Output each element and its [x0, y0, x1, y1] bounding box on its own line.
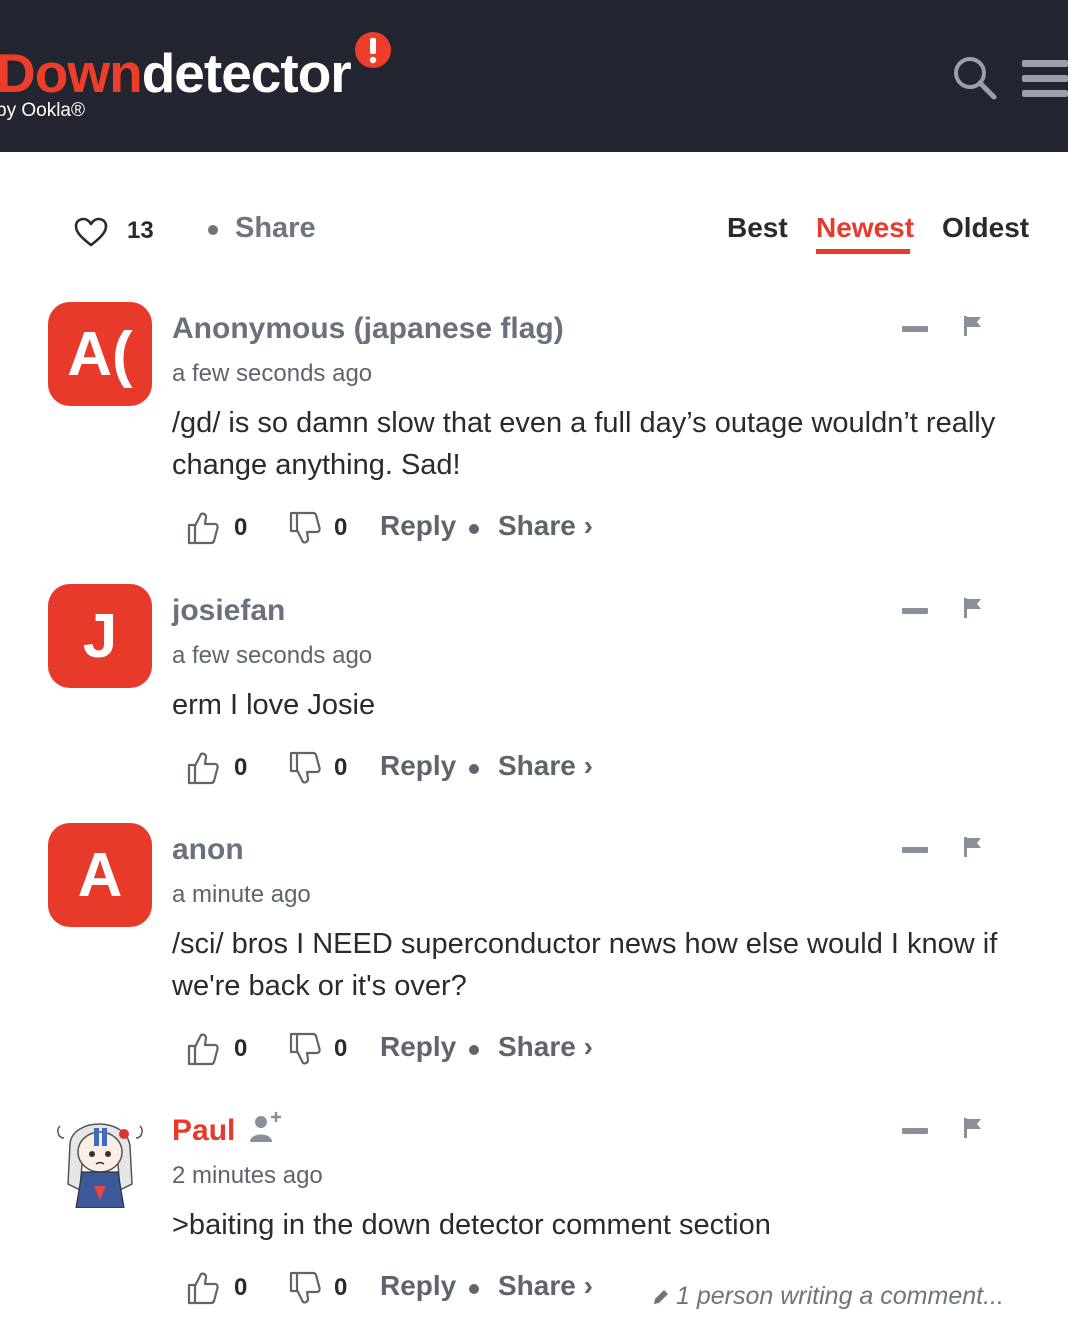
- collapse-icon[interactable]: [902, 326, 928, 332]
- comments-toolbar: 13 Share Best Newest Oldest: [0, 200, 1068, 260]
- downdetector-logo[interactable]: Down detector: [0, 32, 393, 108]
- like-count: 13: [127, 217, 154, 244]
- comment-body: /sci/ bros I NEED superconductor news ho…: [172, 928, 998, 1002]
- thumbs-down-icon[interactable]: [288, 510, 322, 546]
- avatar[interactable]: A(: [48, 302, 152, 406]
- share-button[interactable]: Share ›: [498, 1270, 593, 1302]
- downvote-count: 0: [334, 754, 348, 781]
- site-header: Down detector by Ookla®: [0, 0, 1068, 152]
- follow-user-icon[interactable]: [247, 1110, 283, 1144]
- separator-dot: [208, 225, 218, 235]
- typing-indicator: 1 person writing a comment...: [652, 1282, 1004, 1311]
- reply-button[interactable]: Reply: [380, 1031, 456, 1063]
- typing-indicator-text: 1 person writing a comment...: [676, 1282, 1004, 1310]
- separator-dot: [469, 1045, 479, 1055]
- comment-timestamp[interactable]: a few seconds ago: [172, 642, 372, 670]
- collapse-icon[interactable]: [902, 1128, 928, 1134]
- comment-item: A anon a minute ago /sci/ bros I NEED su…: [0, 823, 1068, 1073]
- avatar[interactable]: A: [48, 823, 152, 927]
- thumbs-down-icon[interactable]: [288, 1031, 322, 1067]
- collapse-icon[interactable]: [902, 847, 928, 853]
- share-button[interactable]: Share ›: [498, 510, 593, 542]
- upvote-count: 0: [234, 1035, 248, 1062]
- anime-character-avatar-image: [48, 1104, 152, 1208]
- flag-icon[interactable]: [962, 1116, 984, 1140]
- logo-down-text: Down: [0, 42, 143, 104]
- thumbs-up-icon[interactable]: [186, 1270, 220, 1306]
- comment-body: erm I love Josie: [172, 689, 376, 721]
- separator-dot: [469, 524, 479, 534]
- separator-dot: [469, 1284, 479, 1294]
- upvote-count: 0: [234, 514, 248, 541]
- thumbs-up-icon[interactable]: [186, 1031, 220, 1067]
- comment-actions: 0 0 Reply Share ›: [0, 1031, 1068, 1071]
- thumbs-up-icon[interactable]: [186, 510, 220, 546]
- collapse-icon[interactable]: [902, 608, 928, 614]
- sort-tab-oldest[interactable]: Oldest: [942, 212, 1029, 244]
- downvote-count: 0: [334, 1035, 348, 1062]
- comment-body: /gd/ is so damn slow that even a full da…: [172, 407, 996, 481]
- upvote-count: 0: [234, 1274, 248, 1301]
- comment-author[interactable]: Paul: [172, 1114, 235, 1148]
- avatar[interactable]: J: [48, 584, 152, 688]
- sort-tab-best[interactable]: Best: [727, 212, 788, 244]
- share-discussion-button[interactable]: Share: [235, 212, 316, 245]
- share-button[interactable]: Share ›: [498, 1031, 593, 1063]
- comment-timestamp[interactable]: a few seconds ago: [172, 360, 372, 388]
- sort-tab-newest[interactable]: Newest: [816, 212, 914, 244]
- exclamation-badge-icon: [354, 32, 391, 68]
- comment-body: >baiting in the down detector comment se…: [172, 1209, 771, 1241]
- thumbs-down-icon[interactable]: [288, 1270, 322, 1306]
- reply-button[interactable]: Reply: [380, 750, 456, 782]
- flag-icon[interactable]: [962, 835, 984, 859]
- active-sort-underline: [816, 249, 910, 254]
- hamburger-menu-icon[interactable]: [1022, 58, 1068, 100]
- search-icon[interactable]: [950, 53, 998, 101]
- downvote-count: 0: [334, 1274, 348, 1301]
- flag-icon[interactable]: [962, 314, 984, 338]
- logo-detector-text: detector: [141, 42, 352, 104]
- comment-author[interactable]: Anonymous (japanese flag): [172, 312, 564, 346]
- heart-icon[interactable]: [74, 217, 108, 247]
- comment-author[interactable]: anon: [172, 833, 244, 867]
- separator-dot: [469, 764, 479, 774]
- pencil-icon: [654, 1290, 668, 1305]
- comment-timestamp[interactable]: a minute ago: [172, 881, 311, 909]
- thumbs-up-icon[interactable]: [186, 750, 220, 786]
- thumbs-down-icon[interactable]: [288, 750, 322, 786]
- logo-subtitle: by Ookla®: [0, 100, 85, 121]
- comment-author[interactable]: josiefan: [172, 594, 285, 628]
- reply-button[interactable]: Reply: [380, 1270, 456, 1302]
- flag-icon[interactable]: [962, 596, 984, 620]
- avatar[interactable]: [48, 1104, 152, 1208]
- comment-item: J josiefan a few seconds ago erm I love …: [0, 584, 1068, 785]
- share-button[interactable]: Share ›: [498, 750, 593, 782]
- comment-actions: 0 0 Reply Share ›: [0, 750, 1068, 790]
- reply-button[interactable]: Reply: [380, 510, 456, 542]
- comment-item: A( Anonymous (japanese flag) a few secon…: [0, 302, 1068, 552]
- upvote-count: 0: [234, 754, 248, 781]
- comment-timestamp[interactable]: 2 minutes ago: [172, 1162, 323, 1190]
- downvote-count: 0: [334, 514, 348, 541]
- comment-actions: 0 0 Reply Share ›: [0, 510, 1068, 550]
